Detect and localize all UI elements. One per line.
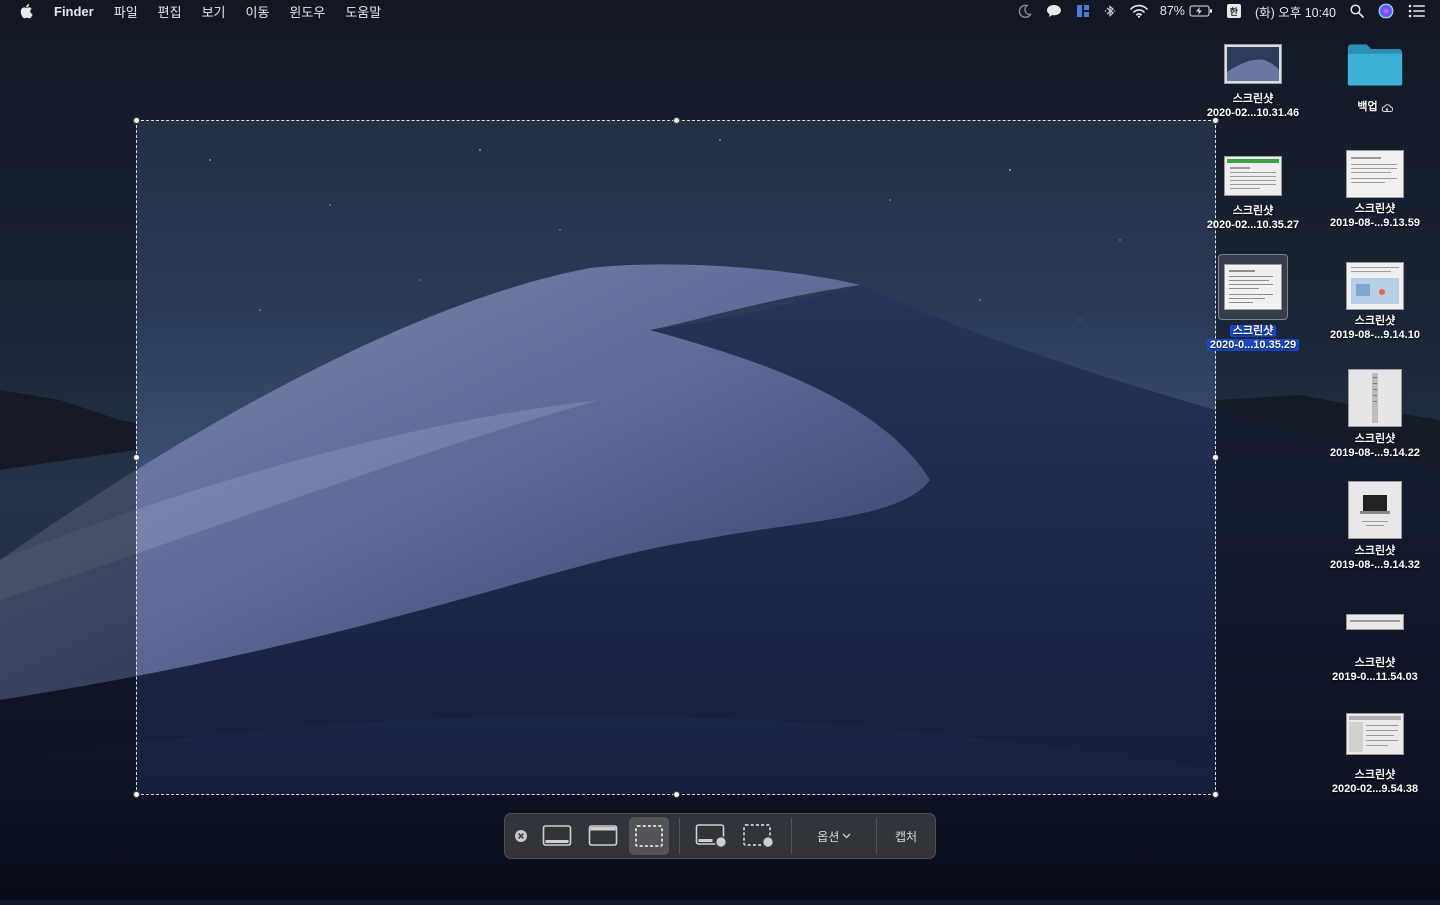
menu-window[interactable]: 윈도우: [289, 2, 325, 21]
desktop-file-icon-selected[interactable]: 스크린샷 2020-0...10.35.29: [1191, 254, 1315, 352]
apple-menu-icon[interactable]: [20, 3, 36, 19]
desktop-folder-icon[interactable]: 백업: [1313, 36, 1437, 114]
resize-handle-bottom-left[interactable]: [133, 791, 140, 798]
file-name-line2: 2020-02...9.54.38: [1331, 783, 1419, 795]
folder-icon: [1346, 36, 1404, 92]
file-name-line1: 스크린샷: [1354, 433, 1396, 445]
resize-handle-bottom-right[interactable]: [1212, 791, 1219, 798]
screenshot-thumbnail: [1346, 262, 1404, 310]
screenshot-thumbnail: [1346, 704, 1404, 764]
battery-percent: 87%: [1159, 4, 1185, 18]
app-status-icon[interactable]: [1076, 4, 1090, 18]
messages-icon[interactable]: [1046, 4, 1062, 18]
chevron-down-icon: [842, 833, 851, 839]
file-name-line1: 스크린샷: [1232, 93, 1274, 105]
screenshot-thumbnail: [1224, 152, 1282, 200]
options-label: 옵션: [817, 829, 840, 844]
desktop-file-icon[interactable]: 스크린샷 2019-08-...9.14.10: [1313, 262, 1437, 342]
record-selection-icon: [743, 824, 775, 848]
icloud-icon: [1381, 103, 1393, 112]
menu-view[interactable]: 보기: [202, 2, 226, 21]
file-name-line2: 2019-08-...9.14.10: [1330, 329, 1420, 341]
options-menu-button[interactable]: 옵션: [792, 817, 876, 855]
wifi-icon[interactable]: [1130, 4, 1148, 18]
desktop-file-icon[interactable]: 스크린샷 2019-08-...9.13.59: [1313, 150, 1437, 230]
capture-label: 캡처: [895, 829, 918, 844]
capture-entire-screen-button[interactable]: [535, 817, 579, 855]
screenshot-thumbnail: [1346, 592, 1404, 652]
notification-center-icon[interactable]: [1408, 4, 1426, 18]
resize-handle-top-left[interactable]: [133, 117, 140, 124]
screenshot-thumbnail: [1346, 368, 1404, 428]
resize-handle-bottom[interactable]: [673, 791, 680, 798]
screenshot-toolbar: 옵션 캡처: [504, 813, 936, 859]
file-name-line2: 2019-08-...9.13.59: [1330, 217, 1420, 229]
entire-screen-icon: [542, 825, 572, 846]
desktop-file-icon[interactable]: 스크린샷 2019-08-...9.14.32: [1313, 480, 1437, 572]
desktop-file-icon[interactable]: 스크린샷 2020-02...10.35.27: [1191, 152, 1315, 232]
file-name-line1: 스크린샷: [1232, 205, 1274, 217]
spotlight-search-icon[interactable]: [1350, 4, 1364, 18]
menu-go[interactable]: 이동: [246, 2, 270, 21]
close-icon: [514, 830, 527, 842]
resize-handle-left[interactable]: [133, 454, 140, 461]
screenshot-thumbnail: [1346, 480, 1404, 540]
dnd-moon-icon[interactable]: [1018, 4, 1032, 18]
menu-app-finder[interactable]: Finder: [54, 4, 94, 19]
menu-help[interactable]: 도움말: [345, 2, 381, 21]
desktop-file-icon[interactable]: 스크린샷 2019-08-...9.14.22: [1313, 368, 1437, 460]
capture-button[interactable]: 캡처: [877, 817, 935, 855]
selection-highlight: [1218, 254, 1288, 320]
file-name-line1: 스크린샷: [1354, 769, 1396, 781]
selection-icon: [634, 825, 663, 847]
file-name-line2: 2020-02...10.31.46: [1206, 107, 1300, 119]
file-name-line1: 스크린샷: [1354, 657, 1396, 669]
file-name-line1: 스크린샷: [1354, 545, 1396, 557]
input-method-indicator[interactable]: 한: [1226, 4, 1241, 18]
window-icon: [588, 825, 618, 846]
file-name-line1: 스크린샷: [1354, 315, 1396, 327]
file-name-line2: 2019-08-...9.14.32: [1330, 559, 1420, 571]
capture-window-button[interactable]: [579, 817, 627, 855]
siri-icon[interactable]: [1378, 3, 1394, 19]
menu-bar: Finder 파일 편집 보기 이동 윈도우 도움말 87% 한 (화) 오후 …: [0, 0, 1440, 22]
record-screen-icon: [695, 824, 727, 848]
desktop-file-icon[interactable]: 스크린샷 2020-02...9.54.38: [1313, 704, 1437, 796]
record-entire-screen-button[interactable]: [690, 817, 734, 855]
bluetooth-icon[interactable]: [1104, 4, 1116, 18]
resize-handle-top[interactable]: [673, 117, 680, 124]
file-name-line2: 2020-0...10.35.29: [1191, 338, 1315, 352]
folder-name: 백업: [1313, 100, 1437, 114]
screenshot-thumbnail: [1224, 40, 1282, 88]
file-name-line2: 2020-02...10.35.27: [1206, 219, 1300, 231]
file-name-line2: 2019-08-...9.14.22: [1330, 447, 1420, 459]
close-toolbar-button[interactable]: [507, 817, 535, 855]
desktop-file-icon[interactable]: 스크린샷 2020-02...10.31.46: [1191, 40, 1315, 120]
desktop-file-icon[interactable]: 스크린샷 2019-0...11.54.03: [1313, 592, 1437, 684]
screenshot-thumbnail: [1346, 150, 1404, 198]
record-selection-button[interactable]: [737, 817, 781, 855]
resize-handle-right[interactable]: [1212, 454, 1219, 461]
file-name-line1: 스크린샷: [1354, 203, 1396, 215]
menu-file[interactable]: 파일: [114, 2, 138, 21]
capture-selection-area[interactable]: [133, 117, 1219, 798]
toolbar-divider: [678, 818, 680, 854]
menu-edit[interactable]: 편집: [158, 2, 182, 21]
battery-charging-icon[interactable]: [1189, 5, 1213, 17]
menubar-clock[interactable]: (화) 오후 10:40: [1255, 2, 1336, 21]
file-name-line1: 스크린샷: [1191, 324, 1315, 338]
capture-selection-button[interactable]: [628, 817, 669, 855]
file-name-line2: 2019-0...11.54.03: [1332, 671, 1418, 683]
